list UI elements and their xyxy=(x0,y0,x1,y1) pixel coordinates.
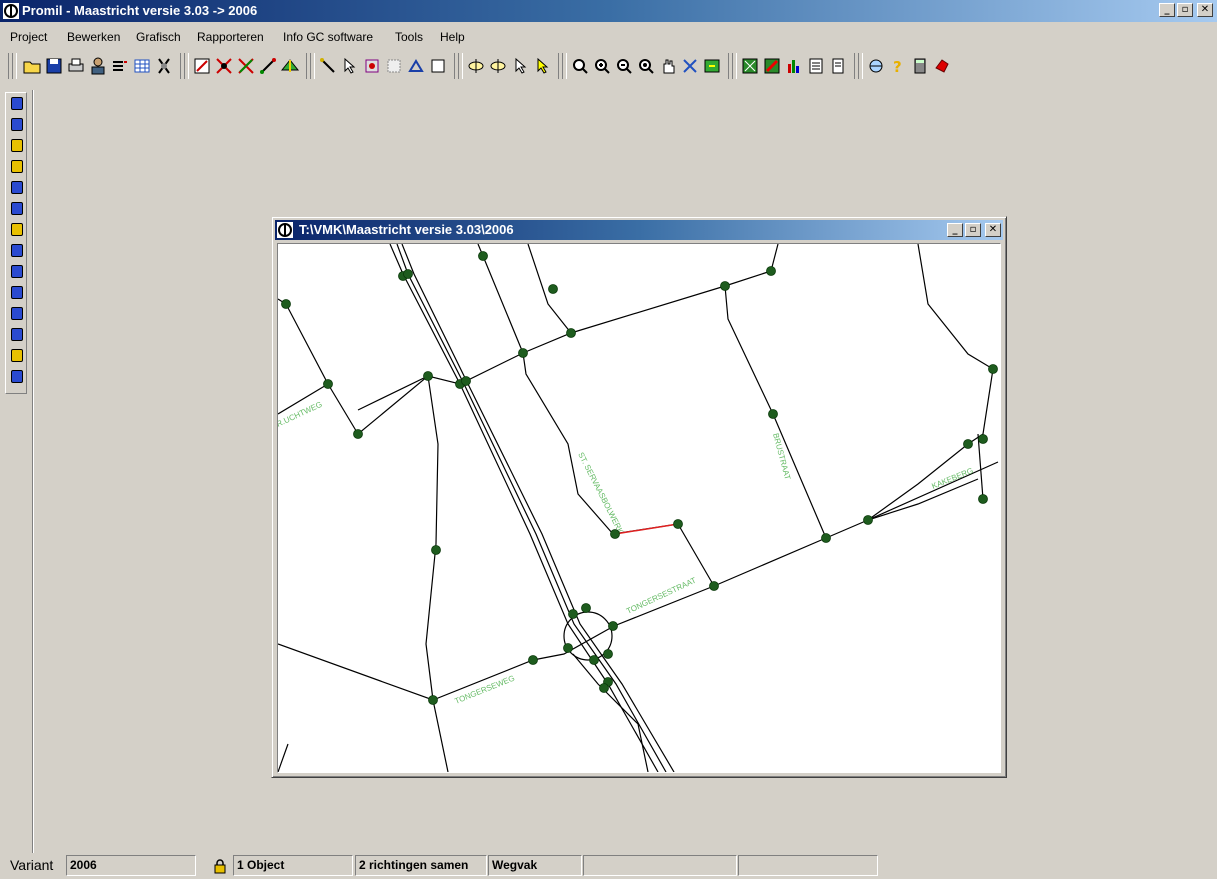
square-icon[interactable] xyxy=(428,56,448,76)
menu-project[interactable]: Project xyxy=(10,30,47,44)
layer-icon[interactable] xyxy=(11,160,23,173)
splitter[interactable] xyxy=(32,90,34,853)
layer-icon[interactable] xyxy=(11,286,23,299)
restore-button[interactable]: ▫ xyxy=(1177,3,1193,17)
cross-tool-icon[interactable] xyxy=(680,56,700,76)
map-layer-icon[interactable] xyxy=(280,56,300,76)
menu-rapporteren[interactable]: Rapporteren xyxy=(197,30,264,44)
network-map-icon[interactable] xyxy=(740,56,760,76)
layer-icon[interactable] xyxy=(11,349,23,362)
layer-strip xyxy=(5,92,27,394)
app-title-bar[interactable]: Promil - Maastricht versie 3.03 -> 2006 … xyxy=(0,0,1217,22)
app-logo-icon xyxy=(3,3,19,19)
route-back-icon[interactable] xyxy=(488,56,508,76)
layer-icon[interactable] xyxy=(11,181,23,194)
export-icon[interactable] xyxy=(702,56,722,76)
triangle-icon[interactable] xyxy=(406,56,426,76)
save-icon[interactable] xyxy=(44,56,64,76)
area-select-icon[interactable] xyxy=(362,56,382,76)
rectangle-select-icon[interactable] xyxy=(384,56,404,76)
road-network-map[interactable]: R.UCHTWEG ST. SERVAASBOLWERK BRUSTRAAT K… xyxy=(278,244,1000,772)
menu-grafisch[interactable]: Grafisch xyxy=(136,30,181,44)
print-icon[interactable] xyxy=(66,56,86,76)
layer-icon[interactable] xyxy=(11,307,23,320)
menu-info-gc-software[interactable]: Info GC software xyxy=(283,30,373,44)
status-field-5 xyxy=(583,855,737,876)
object-count-field: 1 Object xyxy=(233,855,353,876)
zoom-in-icon[interactable] xyxy=(592,56,612,76)
user-icon[interactable] xyxy=(88,56,108,76)
list-icon[interactable] xyxy=(110,56,130,76)
street-label: TONGERSESTRAAT xyxy=(625,576,698,616)
menu-help[interactable]: Help xyxy=(440,30,465,44)
add-link-icon[interactable] xyxy=(258,56,278,76)
zoom-extent-icon[interactable] xyxy=(570,56,590,76)
pointer-highlight-icon[interactable] xyxy=(532,56,552,76)
layer-icon[interactable] xyxy=(11,202,23,215)
map-window-title: T:\VMK\Maastricht versie 3.03\2006 xyxy=(299,222,514,237)
pan-hand-icon[interactable] xyxy=(658,56,678,76)
toolbar: ? xyxy=(8,50,1208,82)
delete-node-icon[interactable] xyxy=(214,56,234,76)
direction-field: 2 richtingen samen xyxy=(355,855,487,876)
lock-icon[interactable] xyxy=(212,858,228,874)
street-label: R.UCHTWEG xyxy=(278,400,324,429)
close-button[interactable]: ✕ xyxy=(1197,3,1213,17)
layer-icon[interactable] xyxy=(11,223,23,236)
layer-icon[interactable] xyxy=(11,244,23,257)
bar-chart-icon[interactable] xyxy=(784,56,804,76)
variant-label: Variant xyxy=(10,857,54,873)
globe-icon[interactable] xyxy=(866,56,886,76)
status-field-6 xyxy=(738,855,878,876)
draw-line-icon[interactable] xyxy=(318,56,338,76)
street-label: TONGERSEWEG xyxy=(453,674,516,706)
menu-bar: Project Bewerken Grafisch Rapporteren In… xyxy=(0,28,1217,48)
layer-icon[interactable] xyxy=(11,370,23,383)
layer-icon[interactable] xyxy=(11,139,23,152)
street-label: KAKEBERG xyxy=(930,466,974,491)
street-label: ST. SERVAASBOLWERK xyxy=(576,451,625,536)
app-logo-icon xyxy=(277,222,293,238)
hierarchy-icon[interactable] xyxy=(154,56,174,76)
exit-icon[interactable] xyxy=(932,56,952,76)
variant-field: 2006 xyxy=(66,855,196,876)
minimize-button[interactable]: _ xyxy=(1159,3,1175,17)
maximize-button[interactable]: ▫ xyxy=(965,223,981,237)
delete-link-icon[interactable] xyxy=(236,56,256,76)
element-type-field: Wegvak xyxy=(488,855,582,876)
table-icon[interactable] xyxy=(132,56,152,76)
layer-icon[interactable] xyxy=(11,265,23,278)
map-canvas[interactable]: R.UCHTWEG ST. SERVAASBOLWERK BRUSTRAAT K… xyxy=(277,243,1001,773)
menu-tools[interactable]: Tools xyxy=(395,30,423,44)
layer-icon[interactable] xyxy=(11,118,23,131)
open-folder-icon[interactable] xyxy=(22,56,42,76)
calculator-icon[interactable] xyxy=(910,56,930,76)
close-button[interactable]: ✕ xyxy=(985,223,1001,237)
street-label: BRUSTRAAT xyxy=(771,432,792,481)
document-icon[interactable] xyxy=(828,56,848,76)
svg-text:?: ? xyxy=(893,58,902,76)
help-icon[interactable]: ? xyxy=(888,56,908,76)
route-forward-icon[interactable] xyxy=(466,56,486,76)
layer-icon[interactable] xyxy=(11,97,23,110)
minimize-button[interactable]: _ xyxy=(947,223,963,237)
map-red-icon[interactable] xyxy=(762,56,782,76)
map-window[interactable]: T:\VMK\Maastricht versie 3.03\2006 _ ▫ ✕ xyxy=(271,216,1007,778)
pointer-icon[interactable] xyxy=(510,56,530,76)
menu-bewerken[interactable]: Bewerken xyxy=(67,30,120,44)
status-bar: Variant 2006 1 Object 2 richtingen samen… xyxy=(0,853,1217,879)
layer-icon[interactable] xyxy=(11,328,23,341)
report-icon[interactable] xyxy=(806,56,826,76)
select-node-icon[interactable] xyxy=(340,56,360,76)
map-window-title-bar[interactable]: T:\VMK\Maastricht versie 3.03\2006 _ ▫ ✕ xyxy=(275,220,1003,240)
zoom-window-icon[interactable] xyxy=(636,56,656,76)
map-edit-icon[interactable] xyxy=(192,56,212,76)
app-title: Promil - Maastricht versie 3.03 -> 2006 xyxy=(22,3,258,18)
zoom-out-icon[interactable] xyxy=(614,56,634,76)
